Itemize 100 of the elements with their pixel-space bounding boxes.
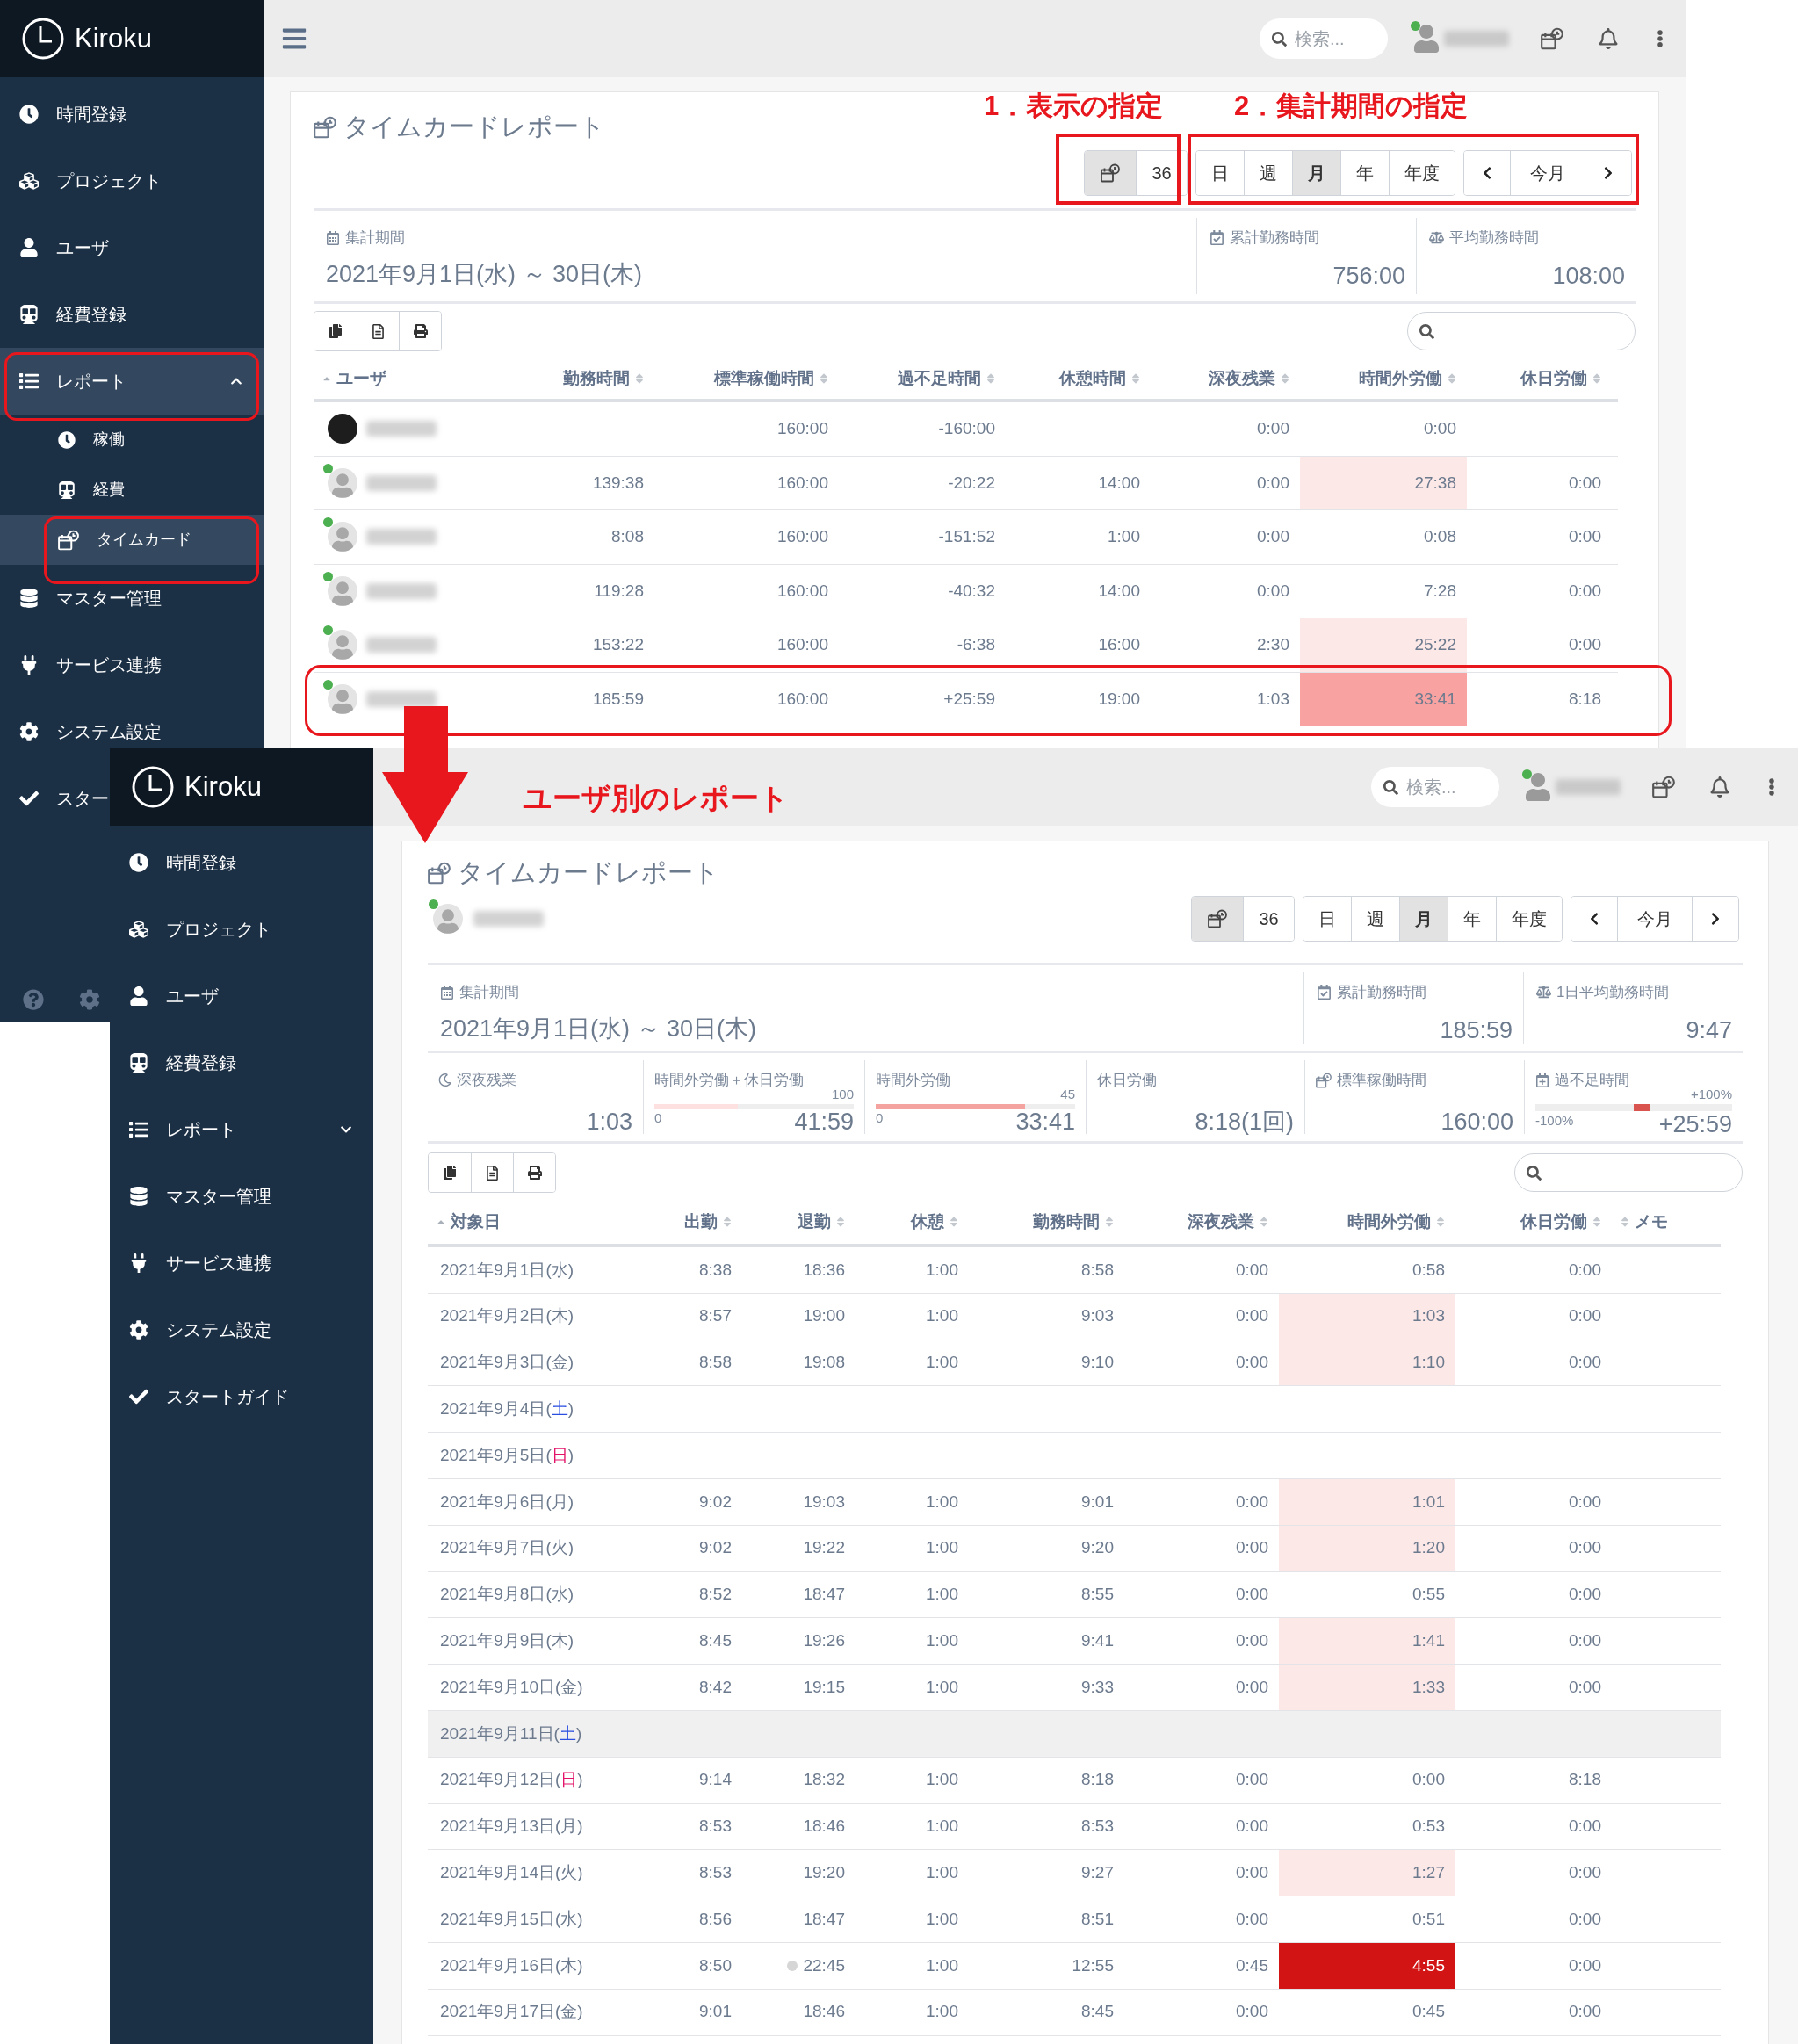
table-row[interactable]: 160:00 -160:00 0:00 0:00 xyxy=(314,402,1618,457)
table-cell-text: 1:00 xyxy=(925,1491,959,1513)
search-field[interactable]: 検索... xyxy=(1260,18,1388,59)
table-row[interactable]: 185:59 160:00 +25:59 19:00 1:03 33:41 8:18 xyxy=(314,672,1618,726)
calendar-view-button[interactable] xyxy=(1192,897,1243,941)
avatar-icon xyxy=(328,630,357,661)
nav-item[interactable]: 経費登録 xyxy=(110,1050,238,1076)
table-row[interactable]: 119:28 160:00 -40:32 14:00 0:00 7:28 0:00 xyxy=(314,564,1618,618)
table-cell-text: 0:00 xyxy=(1568,1908,1602,1930)
table-cell: 1:27 xyxy=(1279,1850,1455,1896)
column-header[interactable]: 退勤 xyxy=(742,1209,856,1235)
table-cell-text: 8:58 xyxy=(698,1352,733,1374)
nav-item[interactable]: プロジェクト xyxy=(0,168,163,194)
table-cell-text: 9:41 xyxy=(1080,1630,1115,1651)
settings-icon[interactable] xyxy=(79,989,100,1010)
table-cell-text: 9:01 xyxy=(698,2001,733,2023)
view-button[interactable]: 36 xyxy=(1243,897,1294,941)
table-row[interactable]: 2021年9月14日(火) 8:53 19:20 1:00 9:27 0:00 1:27 0:00 xyxy=(428,1850,1721,1897)
table-cell-text: 0:55 xyxy=(1412,1584,1446,1606)
nav-item[interactable]: スター xyxy=(0,785,111,812)
sort-icon xyxy=(723,1216,732,1228)
column-header[interactable]: 出勤 xyxy=(632,1209,742,1235)
detail-label: 標準稼働時間 xyxy=(1337,1071,1426,1090)
train-icon xyxy=(19,305,39,324)
table-cell-text: 1:00 xyxy=(925,1352,959,1374)
column-header[interactable]: 休日労働 xyxy=(1467,365,1612,392)
table-row[interactable]: 2021年9月6日(月) 9:02 19:03 1:00 9:01 0:00 1:01 0:00 xyxy=(428,1479,1721,1526)
cubes-icon xyxy=(129,920,148,939)
clock-logo-icon xyxy=(132,766,174,808)
table-cell-text: -20:22 xyxy=(947,472,996,494)
current-period-button[interactable]: 今月 xyxy=(1510,151,1585,195)
column-header[interactable]: 対象日 xyxy=(428,1209,632,1235)
period-button[interactable]: 月 xyxy=(1292,151,1340,195)
nav-item[interactable]: マスター管理 xyxy=(110,1183,273,1210)
column-header[interactable]: 過不足時間 xyxy=(839,365,1006,392)
column-header[interactable]: 時間外労働 xyxy=(1300,365,1467,392)
table-row[interactable]: 2021年9月11日(土) xyxy=(428,1710,1721,1758)
date-cell-text: 2021年9月16日(木) xyxy=(439,1954,584,1976)
table-row[interactable]: 2021年9月7日(火) 9:02 19:22 1:00 9:20 0:00 1:20 0:00 xyxy=(428,1525,1721,1572)
nav-item[interactable]: 時間登録 xyxy=(0,101,128,127)
nav-item[interactable]: サービス連携 xyxy=(0,652,163,678)
column-header[interactable]: 勤務時間 xyxy=(969,1209,1124,1235)
table-cell-text: 8:18 xyxy=(1568,688,1602,710)
copy-icon xyxy=(329,324,343,338)
view-button[interactable]: 36 xyxy=(1136,151,1187,195)
nav-item[interactable]: サービス連携 xyxy=(110,1250,273,1276)
date-cell-text: 2021年9月13日(月) xyxy=(439,1816,584,1838)
nav-item[interactable]: 経費登録 xyxy=(0,301,128,328)
nav-item[interactable]: レポート xyxy=(0,348,264,415)
list-icon xyxy=(129,1120,148,1139)
nav-item[interactable]: スタートガイド xyxy=(110,1383,291,1410)
bell-icon[interactable] xyxy=(1599,28,1618,49)
calendar-view-button[interactable] xyxy=(1085,151,1136,195)
nav-item[interactable]: ユーザ xyxy=(0,235,111,261)
current-period-button[interactable]: 今月 xyxy=(1617,897,1693,941)
print-button[interactable] xyxy=(513,1153,555,1192)
table-row[interactable]: 2021年9月3日(金) 8:58 19:08 1:00 9:10 0:00 1:10 0:00 xyxy=(428,1340,1721,1387)
table-cell-text: 153:22 xyxy=(591,634,645,655)
column-header[interactable]: 深夜残業 xyxy=(1124,1209,1279,1235)
gauge-max: +100% xyxy=(1690,1085,1732,1103)
nav-item[interactable]: システム設定 xyxy=(0,719,163,745)
calendar-clock-icon[interactable] xyxy=(1652,776,1675,798)
nav-item[interactable]: システム設定 xyxy=(110,1317,273,1343)
column-header[interactable]: メモ xyxy=(1612,1209,1724,1235)
print-button[interactable] xyxy=(399,312,441,350)
nav-item[interactable]: 時間登録 xyxy=(110,849,238,876)
column-header[interactable]: 休日労働 xyxy=(1455,1209,1612,1235)
nav-item[interactable]: マスター管理 xyxy=(0,585,163,611)
column-header[interactable]: ユーザ xyxy=(314,365,527,392)
more-icon[interactable] xyxy=(1768,778,1775,796)
table-row[interactable]: 2021年9月10日(金) 8:42 19:15 1:00 9:33 0:00 1:33 0:00 xyxy=(428,1665,1721,1711)
more-icon[interactable] xyxy=(1657,30,1664,47)
column-header[interactable]: 深夜残業 xyxy=(1151,365,1300,392)
bell-icon[interactable] xyxy=(1710,776,1729,798)
column-header[interactable]: 勤務時間 xyxy=(527,365,654,392)
table-cell: 1:20 xyxy=(1279,1525,1455,1571)
period-button[interactable]: 年度 xyxy=(1389,151,1455,195)
column-header[interactable]: 休憩 xyxy=(856,1209,969,1235)
table-cell-text: 19:22 xyxy=(802,1537,846,1559)
nav-item[interactable]: レポート xyxy=(110,1096,373,1163)
table-row[interactable]: 2021年9月2日(木) 8:57 19:00 1:00 9:03 0:00 1:03 0:00 xyxy=(428,1293,1721,1340)
table-row[interactable]: 153:22 160:00 -6:38 16:00 2:30 25:22 0:00 xyxy=(314,618,1618,673)
column-header[interactable]: 標準稼働時間 xyxy=(654,365,839,392)
table-row[interactable]: 2021年9月16日(木) 8:50 22:45 1:00 12:55 0:45 4:55 0:00 xyxy=(428,1942,1721,1990)
table-cell-text: 0:00 xyxy=(1235,1908,1269,1930)
table-row[interactable]: 8:08 160:00 -151:52 1:00 0:00 0:08 0:00 xyxy=(314,510,1618,565)
calendar-clock-icon[interactable] xyxy=(1541,27,1563,50)
column-header[interactable]: 休憩時間 xyxy=(1006,365,1151,392)
column-header[interactable]: 時間外労働 xyxy=(1279,1209,1455,1235)
nav-item[interactable]: ユーザ xyxy=(110,983,220,1009)
period-button[interactable]: 月 xyxy=(1399,897,1448,941)
help-icon[interactable] xyxy=(23,989,44,1010)
nav-item[interactable]: プロジェクト xyxy=(110,916,273,943)
table-row[interactable]: 139:38 160:00 -20:22 14:00 0:00 27:38 0:00 xyxy=(314,456,1618,510)
table-row[interactable]: 2021年9月9日(木) 8:45 19:26 1:00 9:41 0:00 1:41 0:00 xyxy=(428,1618,1721,1665)
print-icon xyxy=(413,324,428,338)
search-field[interactable]: 検索... xyxy=(1371,767,1499,807)
date-cell-text: 2021年9月1日(水) xyxy=(439,1259,575,1281)
nav-subitem[interactable]: タイムカード xyxy=(0,515,264,565)
period-button[interactable]: 年度 xyxy=(1496,897,1562,941)
